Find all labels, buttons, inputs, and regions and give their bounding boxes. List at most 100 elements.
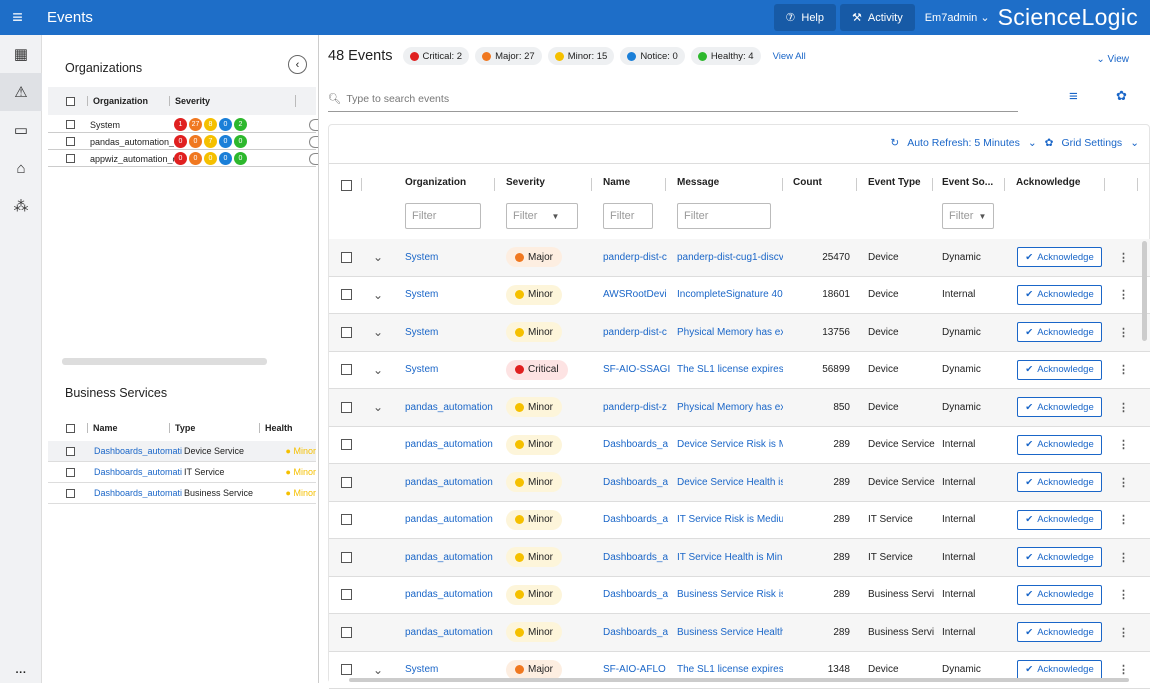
row-checkbox[interactable] xyxy=(341,552,352,563)
event-name[interactable]: SF-AIO-SSAGI xyxy=(603,364,671,375)
severity-chip[interactable]: Minor: 15 xyxy=(548,47,615,65)
organization-filter[interactable]: Filter xyxy=(405,203,481,229)
event-organization[interactable]: pandas_automation xyxy=(405,402,493,413)
acknowledge-button[interactable]: ✔Acknowledge xyxy=(1017,510,1102,530)
event-row[interactable]: pandas_automation Minor Dashboards_a IT … xyxy=(329,502,1150,540)
message-filter[interactable]: Filter xyxy=(677,203,771,229)
row-checkbox[interactable] xyxy=(341,477,352,488)
kebab-menu-icon[interactable]: ⋮ xyxy=(1118,513,1129,526)
row-checkbox[interactable] xyxy=(66,468,75,477)
event-name[interactable]: Dashboards_a xyxy=(603,514,671,525)
bs-select-all-checkbox[interactable] xyxy=(66,424,75,433)
event-row[interactable]: pandas_automation Minor Dashboards_a Bus… xyxy=(329,577,1150,615)
expand-chevron-icon[interactable]: ⌄ xyxy=(373,400,383,414)
event-organization[interactable]: System xyxy=(405,364,493,375)
event-organization[interactable]: System xyxy=(405,664,493,675)
kebab-menu-icon[interactable]: ⋮ xyxy=(1118,438,1129,451)
expand-chevron-icon[interactable]: ⌄ xyxy=(373,288,383,302)
kebab-menu-icon[interactable]: ⋮ xyxy=(1118,588,1129,601)
row-checkbox[interactable] xyxy=(341,289,352,300)
col-count[interactable]: Count xyxy=(793,177,822,188)
business-service-name[interactable]: Dashboards_automati xyxy=(94,488,184,498)
event-message[interactable]: The SL1 license expires xyxy=(677,664,783,675)
kebab-menu-icon[interactable]: ⋮ xyxy=(1118,663,1129,676)
org-row[interactable]: System 127802 xyxy=(48,117,316,133)
acknowledge-button[interactable]: ✔Acknowledge xyxy=(1017,360,1102,380)
event-message[interactable]: Physical Memory has ex xyxy=(677,327,783,338)
event-organization[interactable]: System xyxy=(405,252,493,263)
devices-icon[interactable]: ▭ xyxy=(0,111,42,149)
row-checkbox[interactable] xyxy=(341,364,352,375)
severity-chip[interactable]: Critical: 2 xyxy=(403,47,470,65)
topology-icon[interactable]: ⁂ xyxy=(0,187,42,225)
event-message[interactable]: Business Service Risk is xyxy=(677,589,783,600)
event-row[interactable]: ⌄ System Major panderp-dist-c panderp-di… xyxy=(329,239,1150,277)
event-name[interactable]: Dashboards_a xyxy=(603,552,671,563)
event-message[interactable]: IncompleteSignature 40 xyxy=(677,289,783,300)
severity-chip[interactable]: Healthy: 4 xyxy=(691,47,761,65)
event-message[interactable]: IT Service Health is Min xyxy=(677,552,783,563)
event-row[interactable]: ⌄ System Minor AWSRootDevi IncompleteSig… xyxy=(329,277,1150,315)
expand-chevron-icon[interactable]: ⌄ xyxy=(373,363,383,377)
event-organization[interactable]: System xyxy=(405,327,493,338)
user-menu[interactable]: Em7admin ⌄ xyxy=(925,11,990,24)
severity-chip[interactable]: Notice: 0 xyxy=(620,47,685,65)
event-name[interactable]: panderp-dist-c xyxy=(603,252,671,263)
business-service-name[interactable]: Dashboards_automati xyxy=(94,467,184,477)
kebab-menu-icon[interactable]: ⋮ xyxy=(1118,476,1129,489)
event-organization[interactable]: pandas_automation xyxy=(405,477,493,488)
org-row[interactable]: appwiz_automation_c 00000 xyxy=(48,151,316,167)
severity-chip[interactable]: Major: 27 xyxy=(475,47,542,65)
grid-settings-dropdown[interactable]: Grid Settings xyxy=(1061,137,1122,149)
col-organization[interactable]: Organization xyxy=(405,177,466,188)
event-message[interactable]: Device Service Health is xyxy=(677,477,783,488)
kebab-menu-icon[interactable]: ⋮ xyxy=(1118,551,1129,564)
auto-refresh-dropdown[interactable]: Auto Refresh: 5 Minutes xyxy=(907,137,1020,149)
horizontal-scrollbar[interactable] xyxy=(62,358,267,365)
event-row[interactable]: pandas_automation Minor Dashboards_a Dev… xyxy=(329,464,1150,502)
event-message[interactable]: The SL1 license expires xyxy=(677,364,783,375)
event-row[interactable]: pandas_automation Minor Dashboards_a Bus… xyxy=(329,614,1150,652)
list-view-icon[interactable]: ≡ xyxy=(1069,88,1078,105)
event-organization[interactable]: System xyxy=(405,289,493,300)
event-name[interactable]: Dashboards_a xyxy=(603,589,671,600)
event-message[interactable]: IT Service Risk is Mediu xyxy=(677,514,783,525)
col-acknowledge[interactable]: Acknowledge xyxy=(1016,177,1080,188)
row-menu-icon[interactable] xyxy=(309,153,318,165)
kebab-menu-icon[interactable]: ⋮ xyxy=(1118,251,1129,264)
event-name[interactable]: Dashboards_a xyxy=(603,439,671,450)
event-message[interactable]: panderp-dist-cug1-discv xyxy=(677,252,783,263)
business-service-row[interactable]: Dashboards_automati IT Service ● Minor xyxy=(48,462,316,483)
business-service-name[interactable]: Dashboards_automati xyxy=(94,446,184,456)
acknowledge-button[interactable]: ✔Acknowledge xyxy=(1017,660,1102,680)
help-button[interactable]: ⑦Help xyxy=(774,4,837,31)
search-events-input[interactable]: 🔍︎ Type to search events xyxy=(328,86,1018,112)
acknowledge-button[interactable]: ✔Acknowledge xyxy=(1017,585,1102,605)
col-name[interactable]: Name xyxy=(603,177,630,188)
event-message[interactable]: Physical Memory has ex xyxy=(677,402,783,413)
event-source-filter[interactable]: Filter▼ xyxy=(942,203,994,229)
hamburger-menu-icon[interactable]: ≡ xyxy=(0,0,35,35)
row-menu-icon[interactable] xyxy=(309,119,318,131)
event-organization[interactable]: pandas_automation xyxy=(405,627,493,638)
acknowledge-button[interactable]: ✔Acknowledge xyxy=(1017,247,1102,267)
acknowledge-button[interactable]: ✔Acknowledge xyxy=(1017,622,1102,642)
org-row[interactable]: pandas_automation_c 00700 xyxy=(48,134,316,150)
row-checkbox[interactable] xyxy=(66,120,75,129)
acknowledge-button[interactable]: ✔Acknowledge xyxy=(1017,397,1102,417)
row-checkbox[interactable] xyxy=(341,439,352,450)
acknowledge-button[interactable]: ✔Acknowledge xyxy=(1017,285,1102,305)
event-organization[interactable]: pandas_automation xyxy=(405,439,493,450)
row-checkbox[interactable] xyxy=(66,137,75,146)
row-checkbox[interactable] xyxy=(66,489,75,498)
event-name[interactable]: Dashboards_a xyxy=(603,477,671,488)
expand-chevron-icon[interactable]: ⌄ xyxy=(373,250,383,264)
event-row[interactable]: pandas_automation Minor Dashboards_a Dev… xyxy=(329,427,1150,465)
select-all-checkbox[interactable] xyxy=(66,97,75,106)
event-row[interactable]: pandas_automation Minor Dashboards_a IT … xyxy=(329,539,1150,577)
event-name[interactable]: AWSRootDevi xyxy=(603,289,671,300)
expand-chevron-icon[interactable]: ⌄ xyxy=(373,325,383,339)
view-dropdown[interactable]: ⌄ View xyxy=(1096,54,1129,65)
col-severity[interactable]: Severity xyxy=(506,177,545,188)
event-name[interactable]: panderp-dist-z xyxy=(603,402,671,413)
